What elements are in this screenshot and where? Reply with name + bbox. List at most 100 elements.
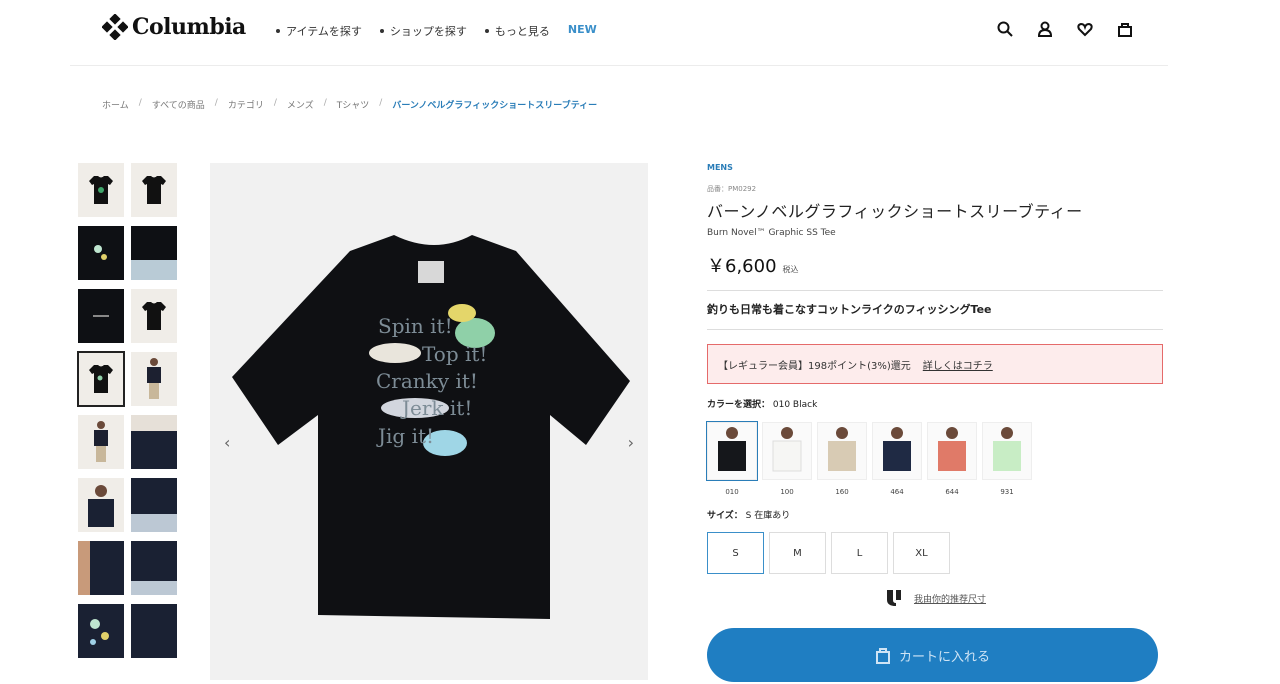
breadcrumb: ホーム / すべての商品 / カテゴリ / メンズ / Tシャツ / バーンノベルグラフィ… [102, 98, 597, 111]
account-icon[interactable] [1036, 20, 1054, 38]
add-to-cart-label: カートに入れる [898, 649, 990, 665]
sleeve-detail-icon [78, 541, 90, 595]
stock-status: 在庫あり [754, 511, 791, 521]
bullet-icon [484, 29, 489, 33]
nav-item-find-shops[interactable]: ショップを探す [379, 23, 467, 39]
nav-item-find-items[interactable]: アイテムを探す [276, 23, 362, 39]
thumbnail[interactable] [131, 478, 177, 532]
thumbnail[interactable] [131, 352, 177, 406]
logo-detail-icon [93, 315, 109, 317]
thumbnail[interactable] [131, 163, 177, 217]
nav-item-new[interactable]: NEW [568, 23, 597, 39]
model-photo-icon [131, 415, 177, 431]
member-points-link[interactable]: 詳しくはコチラ [923, 357, 993, 372]
print-line: Cranky it! [376, 369, 478, 393]
logo-text: Columbia [132, 14, 246, 40]
category-label[interactable]: MENS [707, 163, 1163, 172]
model-photo-icon [131, 260, 177, 280]
size-option-xl[interactable]: XL [893, 532, 950, 574]
color-swatch-image [817, 422, 867, 480]
thumbnail[interactable] [131, 604, 177, 658]
header-divider [70, 65, 1168, 66]
size-recommend-logo-icon [886, 590, 901, 606]
color-code: 931 [1000, 488, 1014, 496]
color-swatch[interactable]: 644 [927, 422, 977, 496]
color-swatch[interactable]: 010 [706, 421, 758, 496]
size-option-s[interactable]: S [707, 532, 764, 574]
divider [707, 329, 1163, 330]
breadcrumb-mens[interactable]: メンズ [287, 98, 314, 111]
color-swatch[interactable]: 160 [817, 422, 867, 496]
price: ￥6,600 [707, 256, 777, 277]
add-to-cart-button[interactable]: カートに入れる [707, 628, 1158, 682]
fabric-detail-icon [131, 581, 177, 595]
thumbnail[interactable] [78, 604, 124, 658]
breadcrumb-all-products[interactable]: すべての商品 [152, 98, 205, 111]
thumbnail[interactable] [78, 415, 124, 469]
print-line: Spin it! [378, 314, 453, 338]
color-selected: 010 Black [772, 400, 818, 410]
thumbnail[interactable] [131, 289, 177, 343]
thumbnail[interactable] [131, 541, 177, 595]
product-code: 品番：PM0292 [707, 185, 757, 193]
columbia-logo[interactable]: Columbia [102, 14, 246, 40]
model-swatch-icon [763, 423, 811, 479]
model-swatch-icon [928, 423, 976, 479]
main-product-image: ‹ › Spin it! Top it! Cranky it! Jerk it!… [210, 163, 648, 680]
print-line: Top it! [422, 342, 487, 366]
heart-icon[interactable] [1076, 20, 1094, 38]
size-recommend-link[interactable]: 我由你的推荐尺寸 [914, 592, 986, 605]
tshirt-icon [89, 176, 113, 204]
thumbnail[interactable] [78, 541, 124, 595]
catchcopy: 釣りも日常も着こなすコットンライクのフィッシングTee [707, 303, 992, 316]
search-icon[interactable] [996, 20, 1014, 38]
size-options: S M L XL [707, 532, 1163, 574]
thumbnail-selected[interactable] [77, 351, 125, 407]
color-code: 100 [780, 488, 794, 496]
size-recommendation: 我由你的推荐尺寸 [707, 588, 1163, 608]
model-swatch-icon [873, 423, 921, 479]
size-label: サイズ： S 在庫あり [707, 508, 1163, 521]
print-detail-icon [94, 245, 107, 260]
thumbnail[interactable] [131, 226, 177, 280]
breadcrumb-separator: / [379, 98, 383, 108]
site-header: Columbia アイテムを探す ショップを探す もっと見る NEW [0, 0, 1280, 66]
prev-image-arrow[interactable]: ‹ [224, 433, 230, 452]
color-swatch[interactable]: 464 [872, 422, 922, 496]
color-code: 010 [725, 488, 739, 496]
size-option-l[interactable]: L [831, 532, 888, 574]
thumbnail[interactable] [78, 289, 124, 343]
nav-item-more[interactable]: もっと見る [484, 23, 550, 39]
color-swatch[interactable]: 100 [762, 422, 812, 496]
breadcrumb-category[interactable]: カテゴリ [228, 98, 264, 111]
bullet-icon [379, 29, 384, 33]
color-swatch-image [982, 422, 1032, 480]
thumbnail[interactable] [78, 163, 124, 217]
color-code: 644 [945, 488, 959, 496]
thumbnail-gallery [77, 163, 177, 658]
model-photo-icon [147, 358, 161, 399]
thumbnail[interactable] [78, 478, 124, 532]
member-points-text: 【レギュラー会員】198ポイント(3%)還元 [718, 360, 911, 372]
size-selected: S [745, 511, 752, 521]
thumbnail[interactable] [131, 415, 177, 469]
thumbnail[interactable] [78, 226, 124, 280]
color-label: カラーを選択： 010 Black [707, 397, 1163, 410]
model-photo-icon [94, 421, 108, 462]
breadcrumb-tshirts[interactable]: Tシャツ [337, 98, 370, 111]
bag-icon[interactable] [1116, 20, 1134, 38]
color-code: 464 [890, 488, 904, 496]
color-label-title: カラーを選択： [707, 400, 771, 410]
breadcrumb-home[interactable]: ホーム [102, 98, 129, 111]
size-option-m[interactable]: M [769, 532, 826, 574]
breadcrumb-separator: / [214, 98, 218, 108]
member-points-banner: 【レギュラー会員】198ポイント(3%)還元 詳しくはコチラ [707, 344, 1163, 384]
nav-label: ショップを探す [389, 25, 467, 38]
next-image-arrow[interactable]: › [628, 433, 634, 452]
color-swatch-image [927, 422, 977, 480]
product-title: バーンノベルグラフィックショートスリーブティー [707, 202, 1083, 221]
color-swatch[interactable]: 931 [982, 422, 1032, 496]
diamond-logo-icon [102, 14, 128, 40]
divider [707, 290, 1163, 291]
model-photo-icon [88, 485, 114, 527]
